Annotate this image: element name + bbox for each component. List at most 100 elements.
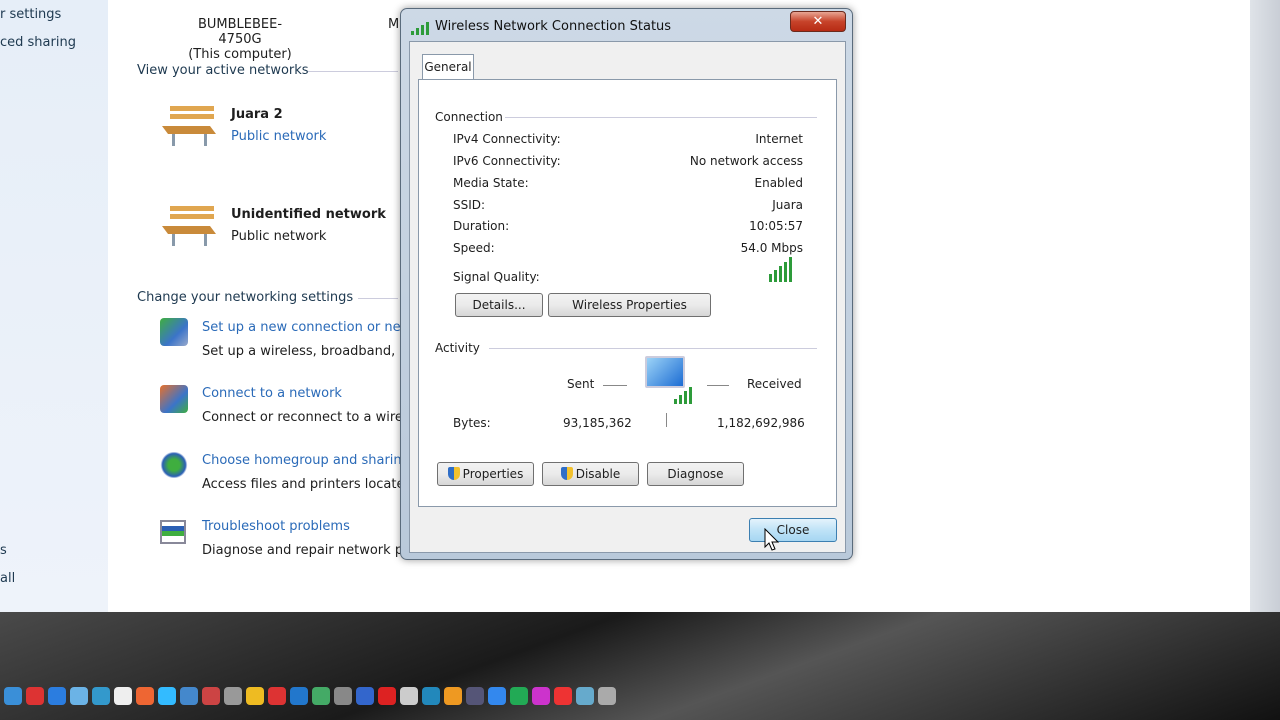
app-icon[interactable]: [246, 687, 264, 705]
app-icon[interactable]: [136, 687, 154, 705]
dialog-client: General Connection IPv4 Connectivity: Int…: [409, 41, 846, 553]
activity-header: Activity: [435, 341, 480, 355]
sidebar-link-firewall[interactable]: all: [0, 571, 15, 586]
row-value: No network access: [689, 154, 803, 168]
window-edge: [1250, 0, 1280, 612]
app-icon[interactable]: [554, 687, 572, 705]
app-icon[interactable]: [422, 687, 440, 705]
app-icon[interactable]: [224, 687, 242, 705]
task-link-troubleshoot[interactable]: Troubleshoot problems: [202, 519, 350, 534]
uac-shield-icon: [560, 467, 573, 480]
taskbar-dock: [0, 680, 1280, 712]
app-icon[interactable]: [48, 687, 66, 705]
row-label: Signal Quality:: [453, 270, 540, 284]
disable-button[interactable]: Disable: [542, 462, 639, 486]
close-button[interactable]: Close: [749, 518, 837, 542]
wireless-status-dialog: Wireless Network Connection Status ✕ Gen…: [400, 8, 853, 560]
app-icon[interactable]: [158, 687, 176, 705]
sidebar-link-partial[interactable]: s: [0, 543, 7, 558]
row-value: 10:05:57: [749, 219, 803, 233]
dialog-title: Wireless Network Connection Status: [435, 19, 672, 34]
app-icon[interactable]: [488, 687, 506, 705]
settings-header: Change your networking settings: [137, 290, 354, 305]
button-label: Disable: [575, 467, 621, 481]
app-icon[interactable]: [26, 687, 44, 705]
row-label: Media State:: [453, 176, 529, 190]
connect-network-icon: [160, 385, 188, 413]
task-desc: Set up a wireless, broadband, d: [202, 344, 408, 359]
row-label: Duration:: [453, 219, 510, 233]
app-icon[interactable]: [400, 687, 418, 705]
sidebar: r settings ced sharing s all: [0, 0, 108, 612]
this-computer: BUMBLEBEE-4750G (This computer): [178, 17, 302, 62]
app-icon[interactable]: [290, 687, 308, 705]
row-media-state: Media State: Enabled: [453, 176, 803, 190]
active-networks-header: View your active networks: [137, 63, 309, 78]
signal-quality-bars: [769, 256, 792, 282]
app-icon[interactable]: [92, 687, 110, 705]
network-type: Public network: [231, 229, 327, 244]
bytes-sent: 93,185,362: [563, 416, 632, 430]
app-icon[interactable]: [312, 687, 330, 705]
general-panel: Connection IPv4 Connectivity: Internet IP…: [418, 79, 837, 507]
app-icon[interactable]: [114, 687, 132, 705]
row-label: IPv4 Connectivity:: [453, 132, 561, 146]
diagnose-button[interactable]: Diagnose: [647, 462, 744, 486]
row-ipv6: IPv6 Connectivity: No network access: [453, 154, 803, 168]
bench-icon: [162, 206, 216, 246]
app-icon[interactable]: [356, 687, 374, 705]
homegroup-icon: [160, 452, 188, 478]
button-label: Properties: [462, 467, 524, 481]
bytes-received: 1,182,692,986: [717, 416, 805, 430]
row-label: IPv6 Connectivity:: [453, 154, 561, 168]
row-value: 54.0 Mbps: [740, 241, 803, 255]
app-icon[interactable]: [510, 687, 528, 705]
tab-general[interactable]: General: [422, 54, 474, 80]
details-button[interactable]: Details...: [455, 293, 543, 317]
close-icon[interactable]: ✕: [790, 11, 846, 32]
row-signal: Signal Quality:: [453, 270, 803, 284]
app-icon[interactable]: [378, 687, 396, 705]
sidebar-link-sharing[interactable]: ced sharing: [0, 35, 76, 50]
task-desc: Diagnose and repair network pr: [202, 543, 409, 558]
task-link-homegroup[interactable]: Choose homegroup and sharin: [202, 453, 402, 468]
task-link-new-connection[interactable]: Set up a new connection or net: [202, 320, 406, 335]
row-ssid: SSID: Juara: [453, 198, 803, 212]
sidebar-link-settings[interactable]: r settings: [0, 7, 61, 22]
partial-label: M: [388, 17, 400, 32]
troubleshoot-icon: [160, 520, 186, 544]
app-icon[interactable]: [202, 687, 220, 705]
row-label: Speed:: [453, 241, 495, 255]
connection-header: Connection: [435, 110, 503, 124]
properties-button[interactable]: Properties: [437, 462, 534, 486]
app-icon[interactable]: [70, 687, 88, 705]
activity-divider: [666, 413, 667, 427]
task-desc: Connect or reconnect to a wire: [202, 410, 403, 425]
network-name: Unidentified network: [231, 207, 386, 222]
app-icon[interactable]: [466, 687, 484, 705]
app-icon[interactable]: [4, 687, 22, 705]
row-speed: Speed: 54.0 Mbps: [453, 241, 803, 255]
network-type-link[interactable]: Public network: [231, 129, 326, 144]
app-icon[interactable]: [334, 687, 352, 705]
app-icon[interactable]: [532, 687, 550, 705]
row-duration: Duration: 10:05:57: [453, 219, 803, 233]
sent-label: Sent: [567, 377, 595, 391]
app-icon[interactable]: [576, 687, 594, 705]
network-computers-icon: [645, 356, 685, 388]
row-value: Internet: [755, 132, 803, 146]
bench-icon: [162, 106, 216, 146]
row-label: SSID:: [453, 198, 486, 212]
row-value: Juara: [772, 198, 803, 212]
app-icon[interactable]: [444, 687, 462, 705]
task-desc: Access files and printers locate: [202, 477, 405, 492]
app-icon[interactable]: [180, 687, 198, 705]
task-link-connect[interactable]: Connect to a network: [202, 386, 342, 401]
computer-sub: (This computer): [188, 47, 292, 62]
wireless-properties-button[interactable]: Wireless Properties: [548, 293, 711, 317]
received-label: Received: [747, 377, 802, 391]
app-icon[interactable]: [268, 687, 286, 705]
new-connection-icon: [160, 318, 188, 346]
app-icon[interactable]: [598, 687, 616, 705]
activity-signal-icon: [674, 386, 692, 404]
